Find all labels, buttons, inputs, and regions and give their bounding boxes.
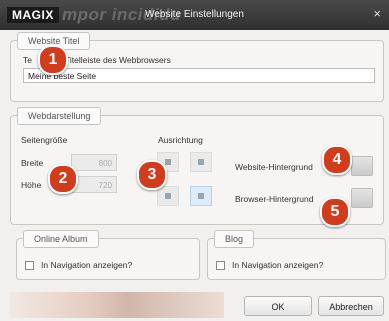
callout-badge-5: 5 xyxy=(320,197,350,227)
blog-group: Blog In Navigation anzeigen? xyxy=(207,230,386,280)
orientation-bottom-right[interactable] xyxy=(190,186,212,206)
blog-nav-checkbox[interactable] xyxy=(216,261,225,270)
close-icon[interactable]: × xyxy=(373,7,381,20)
website-background-label: Website-Hintergrund xyxy=(235,162,313,172)
website-title-group: Website Titel Te Titelleiste des Webbrow… xyxy=(10,32,384,102)
orientation-top-right[interactable] xyxy=(190,152,212,172)
callout-badge-4: 4 xyxy=(322,145,352,175)
background-image-strip xyxy=(10,292,224,318)
orientation-label: Ausrichtung xyxy=(158,135,203,145)
width-input[interactable]: 800 xyxy=(71,154,117,171)
ok-button[interactable]: OK xyxy=(244,296,312,316)
width-label: Breite xyxy=(21,158,44,168)
page-size-label: Seitengröße xyxy=(21,135,68,145)
orientation-bottom-left[interactable] xyxy=(157,186,179,206)
orientation-marker-icon xyxy=(165,159,171,165)
orientation-marker-icon xyxy=(198,193,204,199)
blog-tab: Blog xyxy=(214,230,255,248)
website-title-input[interactable]: Meine beste Seite xyxy=(23,68,375,83)
website-settings-dialog: mpor incididu MAGIX Website Einstellunge… xyxy=(0,0,389,321)
online-album-tab: Online Album xyxy=(23,230,99,248)
browser-title-label-prefix: Te xyxy=(23,55,32,65)
height-label: Höhe xyxy=(21,180,42,190)
callout-badge-2: 2 xyxy=(48,164,78,194)
browser-background-label: Browser-Hintergrund xyxy=(235,194,314,204)
orientation-marker-icon xyxy=(165,193,171,199)
orientation-marker-icon xyxy=(198,159,204,165)
online-album-nav-label: In Navigation anzeigen? xyxy=(41,260,133,270)
browser-background-color-swatch[interactable] xyxy=(351,188,373,208)
browser-title-label: Titelleiste des Webbrowsers xyxy=(65,55,171,65)
online-album-group: Online Album In Navigation anzeigen? xyxy=(16,230,200,280)
title-bar[interactable]: mpor incididu MAGIX Website Einstellunge… xyxy=(0,0,389,30)
callout-badge-3: 3 xyxy=(137,160,167,190)
online-album-nav-checkbox[interactable] xyxy=(25,261,34,270)
window-title: Website Einstellungen xyxy=(145,9,244,20)
webdarstellung-tab: Webdarstellung xyxy=(17,107,102,125)
callout-badge-1: 1 xyxy=(38,45,68,75)
blog-nav-label: In Navigation anzeigen? xyxy=(232,260,324,270)
website-background-color-swatch[interactable] xyxy=(351,156,373,176)
cancel-button[interactable]: Abbrechen xyxy=(318,296,384,316)
